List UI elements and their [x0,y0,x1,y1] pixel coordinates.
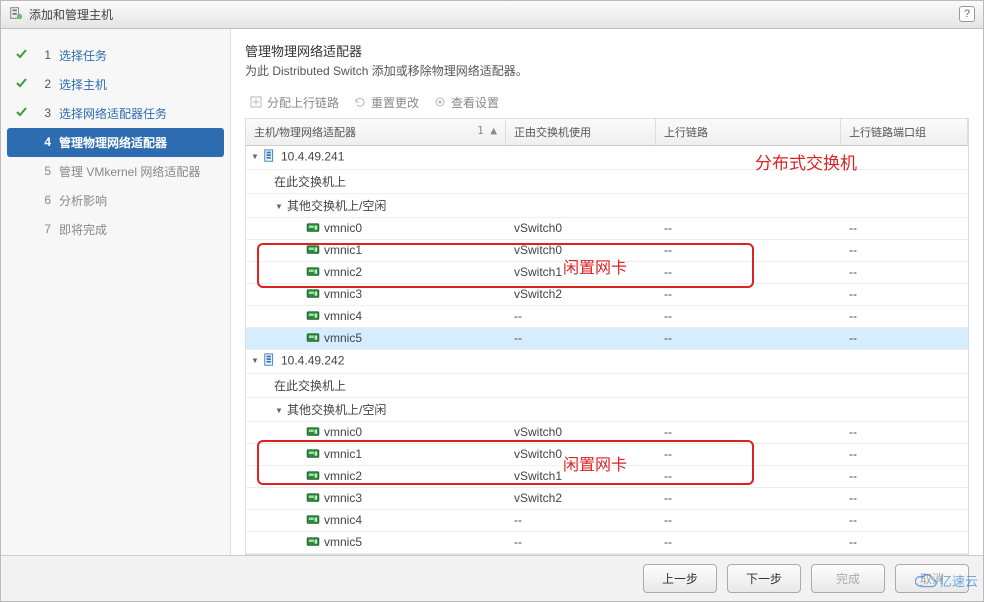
nic-icon [306,492,320,506]
page-subtitle: 为此 Distributed Switch 添加或移除物理网络适配器。 [245,62,969,87]
wizard-step-4[interactable]: 4管理物理网络适配器 [7,128,224,157]
nic-row[interactable]: vmnic5------ [246,532,968,554]
other-switches-group[interactable]: ▾其他交换机上/空闲 [246,398,968,422]
finish-button: 完成 [811,564,885,593]
grid-header: 主机/物理网络适配器 1 ▲ 正由交换机使用 上行链路 上行链路端口组 [246,119,968,146]
wizard-sidebar: 1选择任务2选择主机3选择网络适配器任务4管理物理网络适配器5管理 VMkern… [1,29,231,555]
wizard-step-label: 选择主机 [59,76,107,93]
col-uplink-portgroup[interactable]: 上行链路端口组 [841,119,968,145]
assign-uplink-label: 分配上行链路 [267,94,339,111]
wizard-body: 1选择任务2选择主机3选择网络适配器任务4管理物理网络适配器5管理 VMkern… [1,29,983,556]
expand-toggle[interactable]: ▾ [250,353,260,367]
nic-row[interactable]: vmnic5------ [246,328,968,350]
titlebar: 添加和管理主机 ? [1,1,983,29]
nic-icon [306,288,320,302]
sort-indicator: 1 ▲ [477,124,497,137]
col-host-adapter[interactable]: 主机/物理网络适配器 1 ▲ [246,119,506,145]
nic-icon [306,448,320,462]
wizard-step-5: 5管理 VMkernel 网络适配器 [1,157,230,186]
col-uplink[interactable]: 上行链路 [656,119,841,145]
nic-icon [306,470,320,484]
wizard-dialog: 添加和管理主机 ? 1选择任务2选择主机3选择网络适配器任务4管理物理网络适配器… [0,0,984,602]
on-this-switch-group[interactable]: 在此交换机上 [246,374,968,398]
idle-label-1: 闲置网卡 [563,254,627,278]
nic-icon [306,514,320,528]
view-settings-label: 查看设置 [451,94,499,111]
host-icon [9,6,23,23]
other-switches-group[interactable]: ▾其他交换机上/空闲 [246,194,968,218]
check-icon [15,47,29,64]
host-icon [263,149,277,166]
wizard-step-label: 管理物理网络适配器 [59,134,167,151]
help-button[interactable]: ? [959,6,975,22]
wizard-step-3[interactable]: 3选择网络适配器任务 [1,99,230,128]
expand-toggle[interactable]: ▾ [250,149,260,163]
check-icon [15,76,29,93]
check-icon [15,105,29,122]
grid-toolbar: 分配上行链路 重置更改 查看设置 [245,87,969,119]
wizard-step-2[interactable]: 2选择主机 [1,70,230,99]
nic-icon [306,310,320,324]
host-icon [263,353,277,370]
wizard-step-7: 7即将完成 [1,215,230,244]
page-title: 管理物理网络适配器 [245,39,969,62]
col-used-by[interactable]: 正由交换机使用 [506,119,656,145]
view-settings-button[interactable]: 查看设置 [433,94,499,111]
expand-toggle[interactable]: ▾ [274,199,284,213]
nic-icon [306,266,320,280]
nic-row[interactable]: vmnic4------ [246,306,968,328]
host-row[interactable]: ▾10.4.49.242 [246,350,968,374]
reset-changes-label: 重置更改 [371,94,419,111]
nic-row[interactable]: vmnic3vSwitch2---- [246,284,968,306]
idle-label-2: 闲置网卡 [563,451,627,475]
nic-row[interactable]: vmnic0vSwitch0---- [246,218,968,240]
wizard-step-label: 分析影响 [59,192,107,209]
nic-icon [306,332,320,346]
wizard-footer: 上一步 下一步 完成 取消 [1,556,983,601]
nic-icon [306,426,320,440]
wizard-step-label: 即将完成 [59,221,107,238]
grid-body: ▾10.4.49.241在此交换机上▾其他交换机上/空闲vmnic0vSwitc… [246,146,968,554]
wizard-step-6: 6分析影响 [1,186,230,215]
nic-row[interactable]: vmnic3vSwitch2---- [246,488,968,510]
back-button[interactable]: 上一步 [643,564,717,593]
expand-toggle[interactable]: ▾ [274,403,284,417]
wizard-step-label: 管理 VMkernel 网络适配器 [59,163,200,180]
wizard-step-label: 选择任务 [59,47,107,64]
nic-icon [306,222,320,236]
reset-changes-button[interactable]: 重置更改 [353,94,419,111]
title-text: 添加和管理主机 [29,6,959,23]
nic-row[interactable]: vmnic4------ [246,510,968,532]
wizard-main: 管理物理网络适配器 为此 Distributed Switch 添加或移除物理网… [231,29,983,555]
nic-row[interactable]: vmnic0vSwitch0---- [246,422,968,444]
watermark: 亿速云 [915,571,978,590]
nic-icon [306,536,320,550]
nic-icon [306,244,320,258]
adapter-grid[interactable]: 主机/物理网络适配器 1 ▲ 正由交换机使用 上行链路 上行链路端口组 ▾10.… [245,119,969,555]
next-button[interactable]: 下一步 [727,564,801,593]
wizard-step-label: 选择网络适配器任务 [59,105,167,122]
wizard-step-1[interactable]: 1选择任务 [1,41,230,70]
assign-uplink-button[interactable]: 分配上行链路 [249,94,339,111]
